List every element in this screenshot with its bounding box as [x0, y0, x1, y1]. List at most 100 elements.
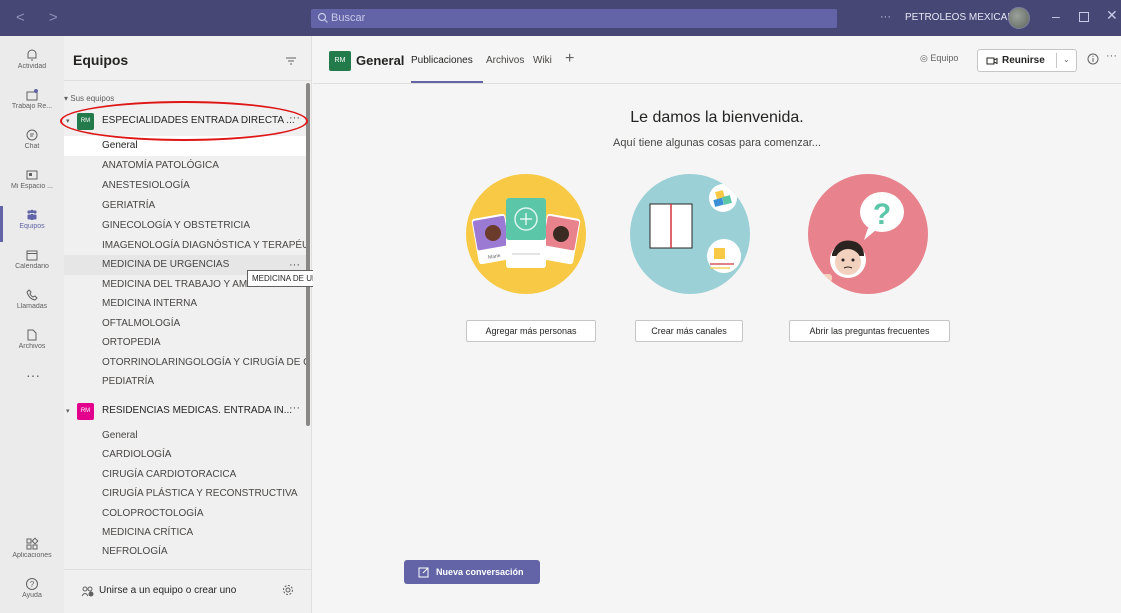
team-label: Equipo	[930, 53, 959, 63]
rail-item-aplicaciones[interactable]: Aplicaciones	[0, 533, 64, 573]
scrollbar[interactable]	[306, 83, 310, 426]
history-nav[interactable]: < >	[16, 9, 68, 26]
channel-item[interactable]: OTORRINOLARINGOLOGÍA Y CIRUGÍA DE C...	[64, 353, 309, 373]
rail-label: Mi Espacio ...	[10, 183, 53, 190]
search-input[interactable]: Buscar	[311, 9, 837, 28]
rail-item-mi-espacio[interactable]: Mi Espacio ...	[0, 164, 64, 204]
chat-icon	[26, 129, 38, 141]
meet-label: Reunirse	[1002, 55, 1045, 66]
main-content: RM General Publicaciones Archivos Wiki +…	[313, 36, 1121, 613]
section-label-text: Sus equipos	[70, 94, 115, 103]
channel-item[interactable]: ANESTESIOLOGÍA	[64, 176, 309, 196]
add-people-button[interactable]: Agregar más personas	[466, 320, 596, 342]
rail-label: Calendario	[15, 263, 49, 270]
rail-item-ayuda[interactable]: ? Ayuda	[0, 573, 64, 613]
tab-wiki[interactable]: Wiki	[533, 55, 552, 66]
search-icon	[317, 12, 328, 23]
rail-label: Trabajo Re...	[11, 103, 53, 110]
eye-icon: ◎	[920, 53, 928, 63]
channel-item[interactable]: General	[64, 426, 309, 446]
channel-item[interactable]: IMAGENOLOGÍA DIAGNÓSTICA Y TERAPÉU...	[64, 236, 309, 256]
title-bar: < > Buscar ··· PETROLEOS MEXICANOS – ✕	[0, 0, 1121, 36]
more-icon[interactable]: ···	[1106, 50, 1117, 62]
add-tab-button[interactable]: +	[565, 50, 574, 68]
channel-item[interactable]: GINECOLOGÍA Y OBSTETRICIA	[64, 216, 309, 236]
more-icon[interactable]: ···	[289, 402, 300, 414]
channel-item[interactable]: OFTALMOLOGÍA	[64, 314, 309, 334]
rail-label: Actividad	[17, 63, 47, 70]
team-visibility[interactable]: ◎ Equipo	[920, 53, 958, 64]
section-label: ▾ Sus equipos	[64, 94, 115, 103]
channel-item[interactable]: MEDICINA INTERNA	[64, 294, 309, 314]
divider	[64, 80, 312, 81]
chevron-down-icon[interactable]: ⌄	[1063, 55, 1070, 64]
channel-item[interactable]: ORTOPEDIA	[64, 333, 309, 353]
rail-item-trabajo[interactable]: Trabajo Re...	[0, 84, 64, 124]
info-icon[interactable]	[1087, 53, 1099, 65]
channel-label: MEDICINA DE URGENCIAS	[102, 259, 230, 270]
rail-label: Ayuda	[22, 592, 42, 599]
more-apps-icon[interactable]: ···	[26, 367, 40, 383]
teams-icon	[27, 209, 37, 220]
rail-item-actividad[interactable]: Actividad	[0, 44, 64, 84]
svg-text:?: ?	[30, 580, 35, 589]
teams-panel: Equipos ▾ Sus equipos ▾ RM ESPECIALIDADE…	[64, 36, 312, 613]
chevron-down-icon[interactable]: ▾	[66, 407, 70, 415]
meet-button[interactable]: Reunirse ⌄	[977, 49, 1077, 72]
chevron-down-icon[interactable]: ▾	[66, 117, 70, 125]
team-badge: RM	[77, 113, 94, 130]
close-icon[interactable]: ✕	[1106, 7, 1118, 24]
team-row[interactable]: ▾ RM RESIDENCIAS MEDICAS. ENTRADA IN... …	[64, 402, 304, 422]
new-conversation-label: Nueva conversación	[436, 567, 524, 577]
file-icon	[27, 329, 37, 341]
join-team-icon	[81, 586, 94, 597]
team-name: RESIDENCIAS MEDICAS. ENTRADA IN...	[102, 405, 293, 416]
minimize-icon[interactable]: –	[1052, 8, 1060, 24]
space-icon	[26, 170, 38, 180]
channel-item[interactable]: ANATOMÍA PATOLÓGICA	[64, 156, 309, 176]
rail-item-chat[interactable]: Chat	[0, 124, 64, 164]
join-team-link[interactable]: Unirse a un equipo o crear uno	[99, 585, 236, 596]
rail-item-equipos[interactable]: Equipos	[0, 204, 64, 244]
avatar[interactable]	[1008, 7, 1030, 29]
create-channels-button[interactable]: Crear más canales	[635, 320, 743, 342]
org-more-icon[interactable]: ···	[880, 11, 891, 23]
channel-header: RM General Publicaciones Archivos Wiki +…	[313, 36, 1121, 84]
rail-item-calendario[interactable]: Calendario	[0, 244, 64, 284]
new-conversation-button[interactable]: Nueva conversación	[404, 560, 540, 584]
gear-icon[interactable]	[282, 584, 294, 596]
team-row[interactable]: ▾ RM ESPECIALIDADES ENTRADA DIRECTA ... …	[64, 112, 304, 132]
rail-label: Equipos	[19, 223, 45, 230]
search-placeholder: Buscar	[331, 12, 366, 24]
divider	[64, 569, 312, 570]
channel-item[interactable]: GERIATRÍA	[64, 196, 309, 216]
open-faq-button[interactable]: Abrir las preguntas frecuentes	[789, 320, 950, 342]
rail-item-llamadas[interactable]: Llamadas	[0, 284, 64, 324]
maximize-icon[interactable]	[1079, 12, 1089, 22]
channel-item[interactable]: CIRUGÍA CARDIOTORACICA	[64, 465, 309, 485]
rail-label: Chat	[24, 143, 40, 150]
team-name: ESPECIALIDADES ENTRADA DIRECTA ...	[102, 115, 295, 126]
rail-item-archivos[interactable]: Archivos	[0, 324, 64, 364]
rail-label: Archivos	[18, 343, 46, 350]
welcome-title: Le damos la bienvenida.	[630, 109, 804, 126]
channel-item[interactable]: MEDICINA CRÍTICA	[64, 523, 309, 543]
panel-title: Equipos	[73, 52, 129, 68]
video-icon	[986, 57, 998, 65]
add-people-illustration: Marie	[466, 174, 586, 294]
channel-item[interactable]: CARDIOLOGÍA	[64, 445, 309, 465]
channel-item[interactable]: COLOPROCTOLOGÍA	[64, 504, 309, 524]
more-icon[interactable]: ···	[289, 112, 300, 124]
filter-icon[interactable]	[285, 56, 297, 66]
rail-label: Llamadas	[16, 303, 48, 310]
tab-archivos[interactable]: Archivos	[486, 55, 524, 66]
compose-icon	[418, 567, 429, 578]
channel-item[interactable]: CIRUGÍA PLÁSTICA Y RECONSTRUCTIVA	[64, 484, 309, 504]
app-rail: Actividad Trabajo Re... Chat Mi Espacio …	[0, 36, 64, 613]
channel-item[interactable]: NEFROLOGÍA	[64, 542, 309, 562]
tab-publicaciones[interactable]: Publicaciones	[411, 55, 473, 66]
phone-icon	[26, 289, 38, 301]
channel-item[interactable]: General	[64, 136, 309, 156]
welcome-subtitle: Aquí tiene algunas cosas para comenzar..…	[613, 137, 821, 149]
channel-item[interactable]: PEDIATRÍA	[64, 372, 309, 392]
